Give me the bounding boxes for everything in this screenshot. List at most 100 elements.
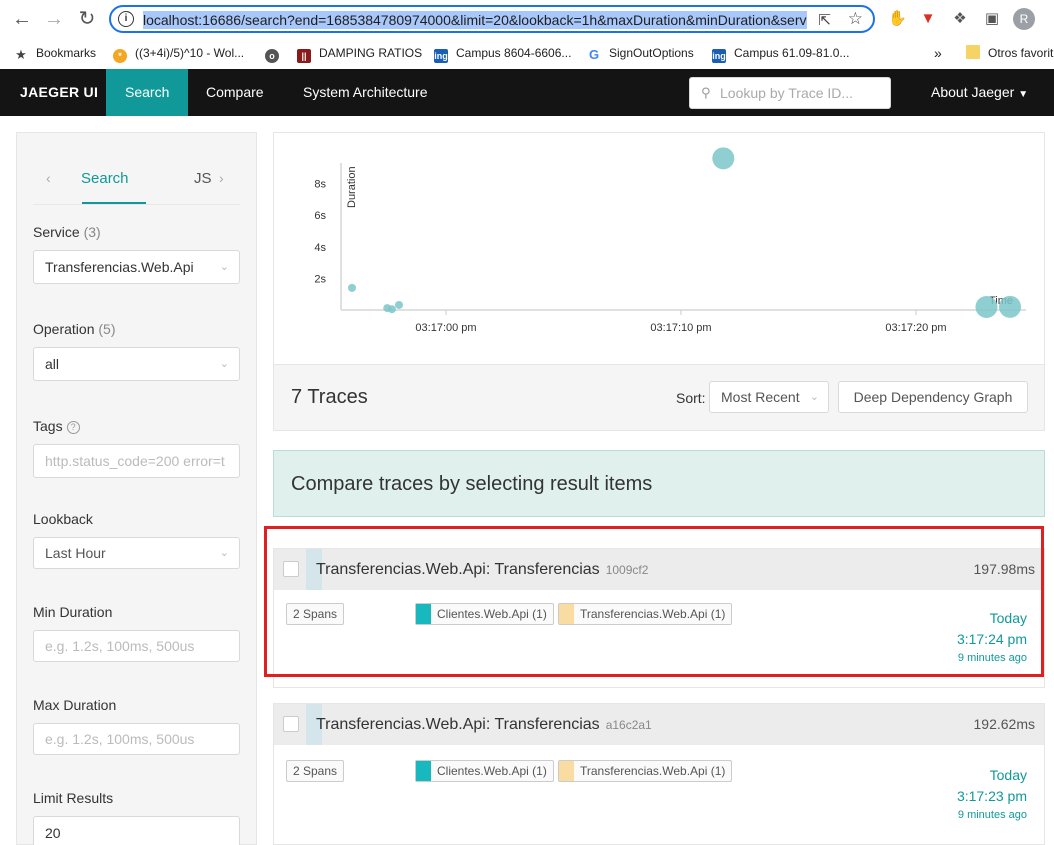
y-tick-label: 6s <box>314 210 326 222</box>
trace-timestamp: Today 3:17:23 pm 9 minutes ago <box>956 767 1027 821</box>
trace-title[interactable]: Transferencias.Web.Api: Transferencias a1… <box>316 716 652 734</box>
results-header: 7 Traces Sort: Most Recent ⌄ Deep Depende… <box>273 365 1045 431</box>
x-tick-label: 03:17:10 pm <box>650 322 711 334</box>
tab-next-icon[interactable]: › <box>219 170 224 186</box>
chevron-down-icon: ⌄ <box>219 261 229 273</box>
extension-hand-icon[interactable]: ✋ <box>888 10 907 28</box>
bookmark-signout[interactable]: G SignOutOptions <box>587 44 694 62</box>
ing-icon: ing <box>434 49 448 63</box>
service-color-swatch <box>416 761 431 781</box>
trace-id-input[interactable] <box>720 83 885 103</box>
search-tabs: ‹ Search JS › <box>17 133 256 205</box>
chevron-down-icon: ⌄ <box>219 358 229 370</box>
service-select[interactable]: Transferencias.Web.Api ⌄ <box>33 250 240 284</box>
chevron-down-icon: ▼ <box>1018 89 1029 100</box>
bookmark-campus-2[interactable]: ing Campus 61.09-81.0... <box>712 44 849 63</box>
service-tag: Transferencias.Web.Api (1) <box>558 760 733 782</box>
trace-point <box>975 295 998 318</box>
bookmark-campus-1[interactable]: ing Campus 8604-6606... <box>434 44 571 63</box>
nav-system-architecture[interactable]: System Architecture <box>284 69 447 116</box>
trace-point <box>395 300 403 309</box>
bookmark-star-icon[interactable]: ☆ <box>848 9 863 29</box>
side-panel-icon[interactable]: ▣ <box>983 10 1001 28</box>
damping-icon: || <box>297 49 311 63</box>
min-duration-input[interactable]: e.g. 1.2s, 100ms, 500us <box>33 630 240 662</box>
brand-logo[interactable]: JAEGER UI <box>20 69 98 116</box>
y-tick-label: 2s <box>314 273 326 285</box>
scatter-svg: 2s 4s 6s 8s 03:17:00 pm 03:17:10 pm 03:17:20 p… <box>314 147 1026 334</box>
trace-id: a16c2a1 <box>605 718 652 732</box>
trace-id-lookup: ⚲ <box>689 77 891 109</box>
trace-header[interactable]: Transferencias.Web.Api: Transferencias a1… <box>274 704 1044 745</box>
tab-prev-icon[interactable]: ‹ <box>46 170 51 186</box>
back-icon[interactable]: ← <box>12 9 32 29</box>
forward-icon[interactable]: → <box>44 9 64 29</box>
trace-result-item[interactable]: Transferencias.Web.Api: Transferencias a1… <box>273 703 1045 845</box>
star-icon: ★ <box>15 47 27 62</box>
share-icon[interactable]: ⇱ <box>818 11 831 29</box>
span-count-tag: 2 Spans <box>286 760 345 782</box>
max-duration-label: Max Duration <box>33 697 117 713</box>
bookmarks-overflow[interactable]: » <box>934 44 942 62</box>
bookmark-wolfram[interactable]: * ((3+4i)/5)^10 - Wol... <box>113 44 244 63</box>
trace-count: 7 Traces <box>291 386 368 408</box>
sort-label: Sort: <box>676 390 706 406</box>
x-tick-label: 03:17:00 pm <box>415 322 476 334</box>
y-tick-label: 4s <box>314 242 326 254</box>
trace-point <box>712 147 735 170</box>
min-duration-label: Min Duration <box>33 604 113 620</box>
google-icon: G <box>588 47 600 62</box>
highlight-annotation <box>264 526 1044 677</box>
bookmark-damping[interactable]: || DAMPING RATIOS <box>297 44 422 63</box>
bookmark-globe[interactable]: o <box>265 44 287 63</box>
search-icon: ⚲ <box>701 85 711 100</box>
address-bar[interactable]: i localhost:16686/search?end=16853847809… <box>109 5 875 33</box>
reload-icon[interactable]: ↻ <box>77 9 97 29</box>
nav-search[interactable]: Search <box>106 69 189 116</box>
chevron-down-icon: ⌄ <box>219 547 229 559</box>
jaeger-topnav: JAEGER UI Search Compare System Architec… <box>0 69 1054 116</box>
help-icon[interactable]: ? <box>66 421 80 434</box>
extension-shield-icon[interactable]: ▼ <box>919 10 937 28</box>
wolfram-icon: * <box>113 49 127 63</box>
site-info-icon[interactable]: i <box>118 11 134 27</box>
sort-select[interactable]: Most Recent ⌄ <box>709 381 829 413</box>
service-tag: Clientes.Web.Api (1) <box>415 760 554 782</box>
y-axis-label: Duration <box>346 166 358 208</box>
limit-results-input[interactable]: 20 <box>33 816 240 845</box>
tab-json[interactable]: JS <box>194 170 212 187</box>
trace-point <box>348 283 356 292</box>
url-text[interactable]: localhost:16686/search?end=1685384780974… <box>143 11 807 29</box>
trace-scatter-plot: 2s 4s 6s 8s 03:17:00 pm 03:17:10 pm 03:17:20 p… <box>273 132 1045 365</box>
bookmarks-manager[interactable]: ★ Bookmarks <box>14 44 96 62</box>
tab-search[interactable]: Search <box>81 170 129 187</box>
lookback-select[interactable]: Last Hour ⌄ <box>33 537 240 569</box>
operation-select[interactable]: all ⌄ <box>33 347 240 381</box>
compare-hint-text: Compare traces by selecting result items <box>291 473 653 495</box>
search-form-panel: ‹ Search JS › Service (3) Transferencias… <box>16 132 257 845</box>
max-duration-input[interactable]: e.g. 1.2s, 100ms, 500us <box>33 723 240 755</box>
tabs-divider <box>33 204 240 205</box>
bookmark-other-folder[interactable]: Otros favorit <box>966 44 1053 62</box>
compare-checkbox[interactable] <box>283 716 299 732</box>
tags-label: Tags? <box>33 418 80 434</box>
ing-icon: ing <box>712 49 726 63</box>
tags-input[interactable]: http.status_code=200 error=t <box>33 444 240 478</box>
nav-compare[interactable]: Compare <box>187 69 283 116</box>
y-tick-label: 8s <box>314 179 326 191</box>
service-label: Service (3) <box>33 224 101 240</box>
lookback-label: Lookback <box>33 511 93 527</box>
x-tick-label: 03:17:20 pm <box>885 322 946 334</box>
profile-avatar[interactable]: R <box>1013 8 1035 30</box>
about-jaeger-menu[interactable]: About Jaeger ▼ <box>931 69 1028 118</box>
limit-results-label: Limit Results <box>33 790 114 806</box>
trace-point <box>999 295 1021 318</box>
globe-icon: o <box>265 49 279 63</box>
extensions-puzzle-icon[interactable]: ❖ <box>951 10 969 28</box>
chevron-down-icon: ⌄ <box>809 391 819 403</box>
trace-duration: 192.62ms <box>973 716 1035 732</box>
bookmarks-bar: ★ Bookmarks * ((3+4i)/5)^10 - Wol... o || D… <box>0 38 1054 69</box>
folder-icon <box>966 45 980 59</box>
service-color-swatch <box>559 761 574 781</box>
deep-dependency-graph-button[interactable]: Deep Dependency Graph <box>838 381 1028 413</box>
